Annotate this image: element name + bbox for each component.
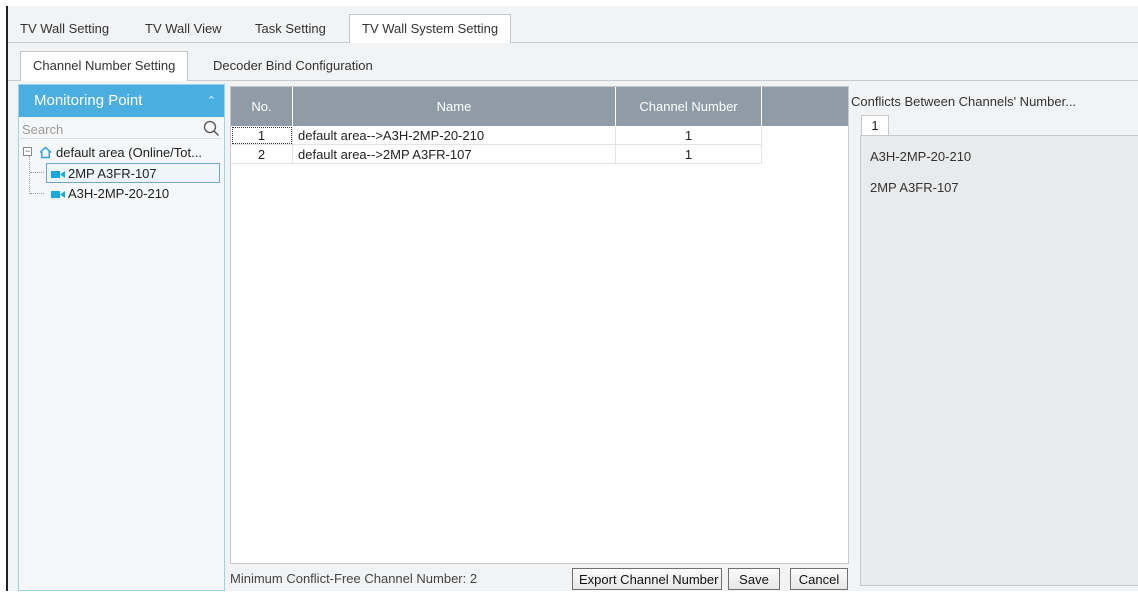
monitoring-point-panel: Monitoring Point ⌃ − default area (Onlin… <box>18 84 225 591</box>
camera-label: 2MP A3FR-107 <box>68 166 157 181</box>
column-header-no[interactable]: No. <box>231 87 293 126</box>
tab-tv-wall-setting[interactable]: TV Wall Setting <box>20 15 109 42</box>
cell-no[interactable]: 1 <box>231 126 293 145</box>
cell-no[interactable]: 2 <box>231 145 293 164</box>
collapse-chevron-icon[interactable]: ⌃ <box>207 85 216 117</box>
conflicts-list: A3H-2MP-20-210 2MP A3FR-107 <box>860 135 1138 586</box>
column-header-channel-number[interactable]: Channel Number <box>616 87 762 126</box>
home-icon <box>39 146 52 159</box>
tab-tv-wall-view[interactable]: TV Wall View <box>145 15 222 42</box>
cell-channel-number[interactable]: 1 <box>616 126 762 145</box>
search-box <box>20 120 222 139</box>
monitoring-point-header[interactable]: Monitoring Point ⌃ <box>19 85 224 117</box>
table-header: No. Name Channel Number <box>231 87 848 126</box>
conflicts-title: Conflicts Between Channels' Number... <box>851 94 1077 109</box>
export-channel-number-button[interactable]: Export Channel Number <box>572 568 722 590</box>
min-conflict-free-label: Minimum Conflict-Free Channel Number: 2 <box>230 571 478 586</box>
monitoring-point-title: Monitoring Point <box>34 92 143 109</box>
cancel-button[interactable]: Cancel <box>790 568 848 590</box>
search-icon[interactable] <box>203 120 220 137</box>
tab-decoder-bind-configuration[interactable]: Decoder Bind Configuration <box>213 52 373 80</box>
tree-node-camera-2mp-a3fr-107[interactable]: 2MP A3FR-107 <box>46 163 220 183</box>
table-footer: Minimum Conflict-Free Channel Number: 2 … <box>230 566 849 592</box>
tree-connector <box>29 156 30 194</box>
cell-channel-number[interactable]: 1 <box>616 145 762 164</box>
save-button[interactable]: Save <box>728 568 780 590</box>
tree-node-label: default area (Online/Tot... <box>56 145 202 160</box>
tree-expander-icon[interactable]: − <box>23 147 32 156</box>
tv-wall-app: TV Wall Setting TV Wall View Task Settin… <box>8 6 1138 591</box>
channel-number-table: No. Name Channel Number 1 default area--… <box>230 86 849 564</box>
conflict-tab-1[interactable]: 1 <box>861 115 889 136</box>
conflict-item: A3H-2MP-20-210 <box>870 149 972 164</box>
search-input[interactable] <box>20 120 192 138</box>
conflict-item: 2MP A3FR-107 <box>870 180 959 195</box>
tab-task-setting[interactable]: Task Setting <box>255 15 326 42</box>
camera-icon <box>51 191 65 199</box>
tab-tv-wall-system-setting[interactable]: TV Wall System Setting <box>349 14 512 43</box>
sub-tab-bar: Channel Number Setting Decoder Bind Conf… <box>8 43 1138 81</box>
tree-connector <box>30 172 44 173</box>
top-tab-bar: TV Wall Setting TV Wall View Task Settin… <box>8 6 1138 43</box>
camera-label: A3H-2MP-20-210 <box>68 186 170 201</box>
column-header-name[interactable]: Name <box>293 87 616 126</box>
cell-name[interactable]: default area-->A3H-2MP-20-210 <box>293 126 616 145</box>
cell-name[interactable]: default area-->2MP A3FR-107 <box>293 145 616 164</box>
tab-channel-number-setting[interactable]: Channel Number Setting <box>20 51 189 81</box>
tree-node-camera-a3h-2mp-20-210[interactable]: A3H-2MP-20-210 <box>51 184 169 204</box>
camera-icon <box>51 171 65 179</box>
tree-connector <box>30 193 44 194</box>
